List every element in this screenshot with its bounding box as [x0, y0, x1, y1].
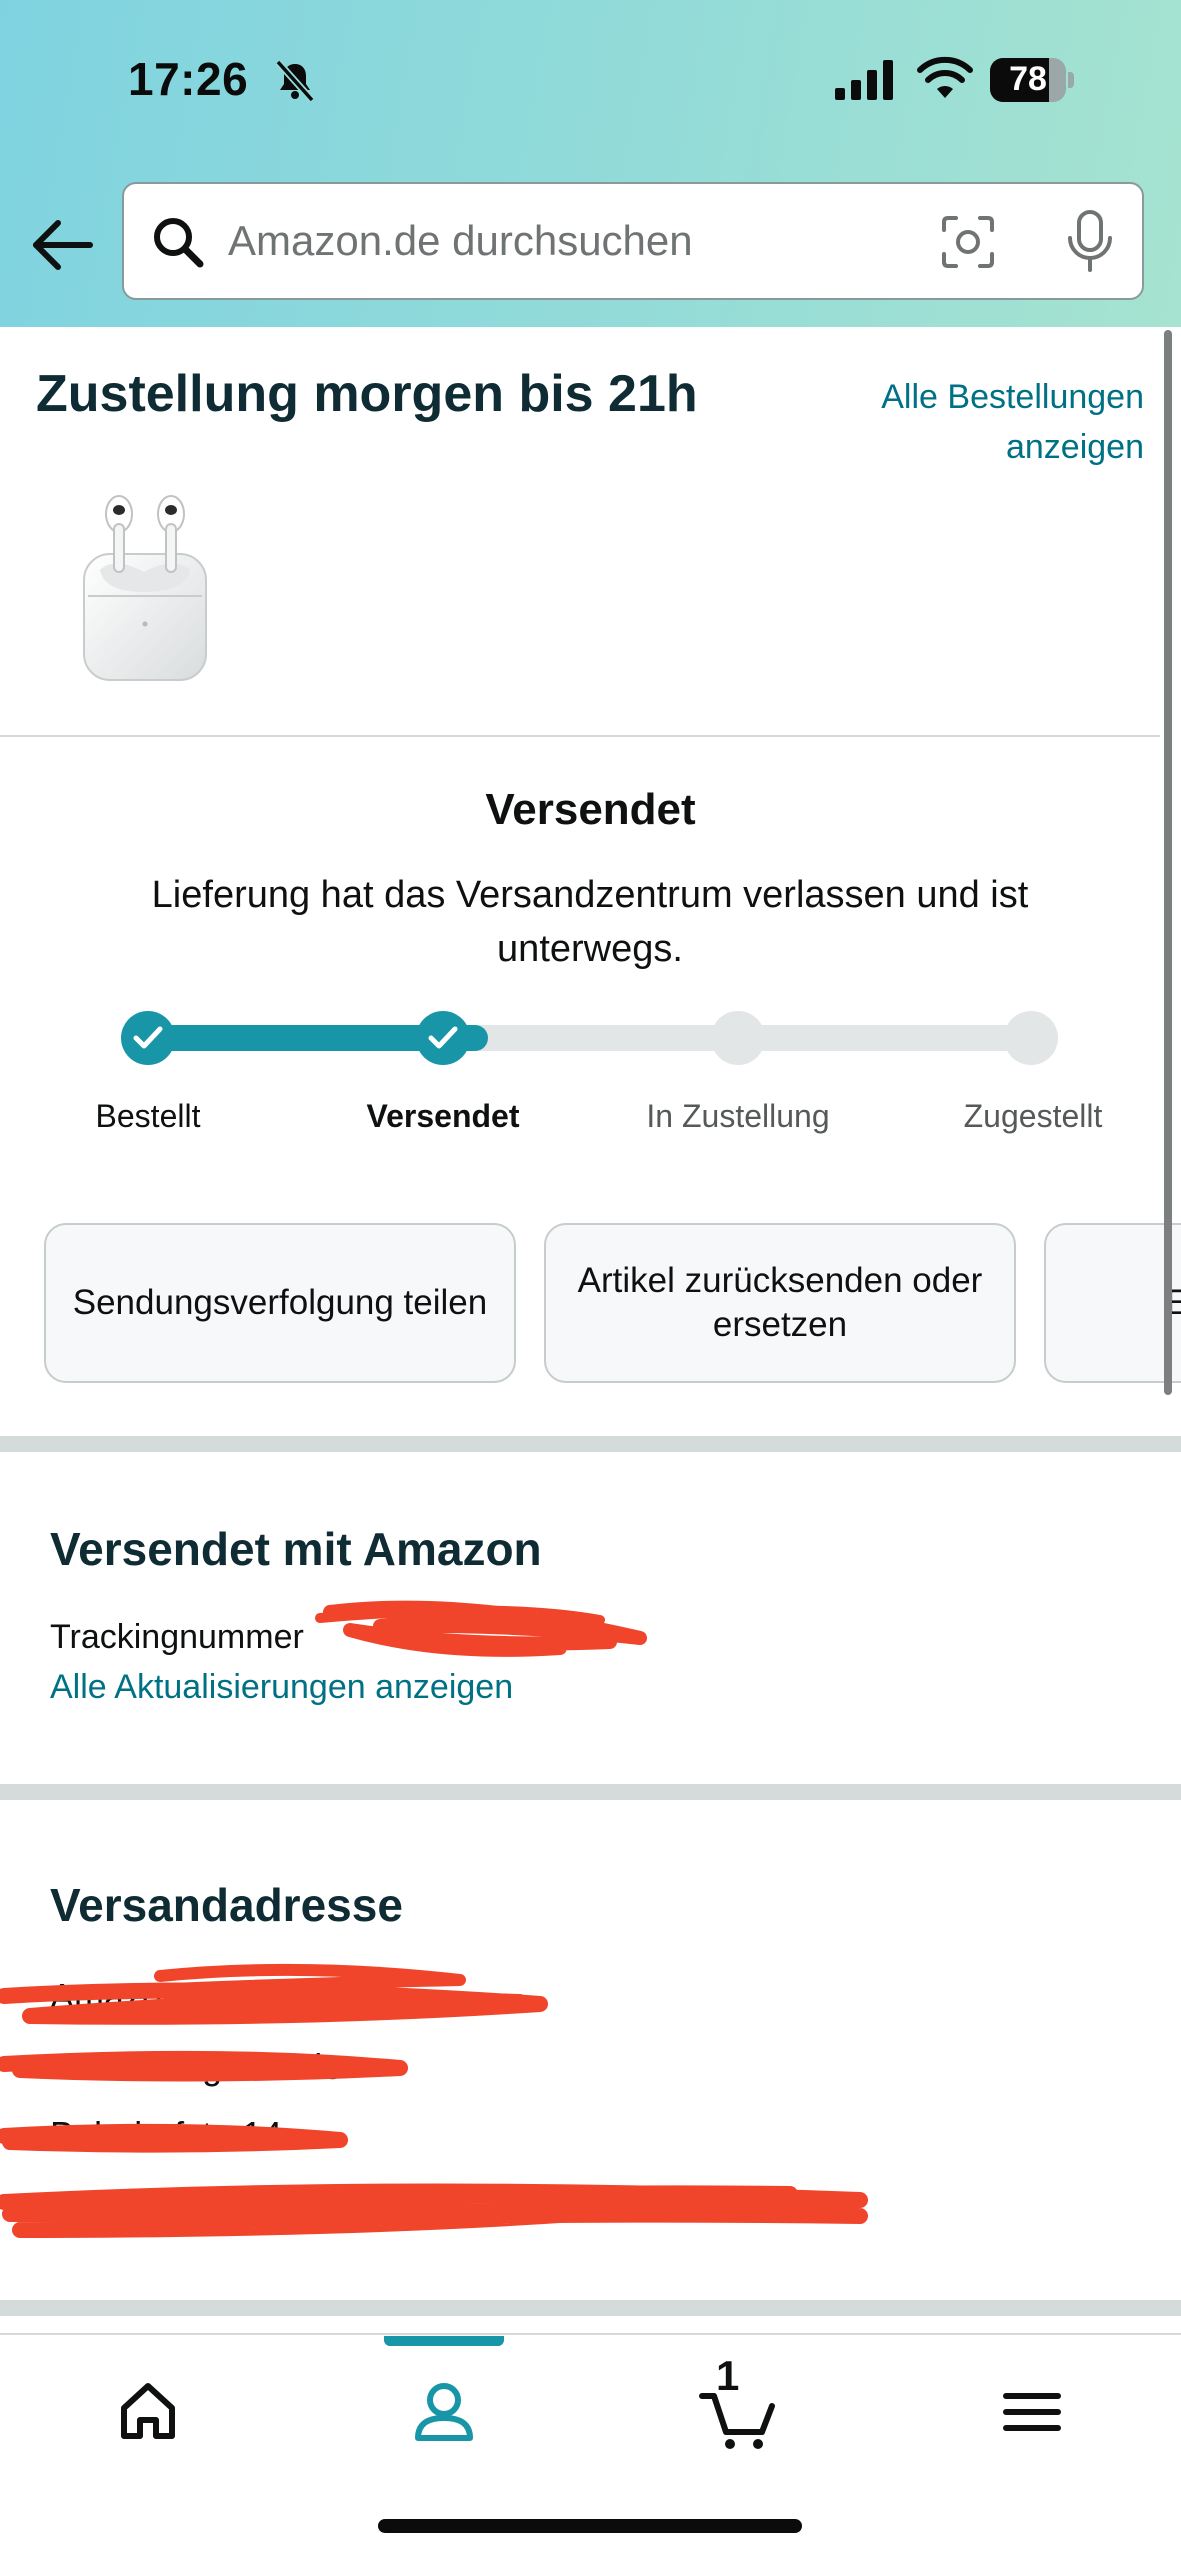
step-label-ordered: Bestellt: [95, 1098, 201, 1134]
active-tab-indicator: [384, 2336, 504, 2346]
search-bar[interactable]: [122, 182, 1144, 300]
camera-scan-icon[interactable]: [938, 212, 998, 272]
cart-icon: [699, 2393, 775, 2449]
shipment-status-title: Versendet: [485, 785, 696, 834]
step-label-delivered: Zugestellt: [963, 1098, 1103, 1134]
address-title: Versandadresse: [50, 1879, 403, 1931]
checkmark-icon: [133, 1026, 163, 1049]
shipping-title: Versendet mit Amazon: [50, 1523, 542, 1575]
battery-indicator: 78: [990, 58, 1076, 102]
share-tracking-button[interactable]: Sendungsverfolgung teilen: [44, 1223, 516, 1383]
address-line: Bahnhofsgebäude: [50, 2046, 343, 2087]
shipment-status-description: Lieferung hat das Versandzentrum verlass…: [151, 874, 1029, 970]
divider: [0, 735, 1160, 737]
checkmark-icon: [428, 1026, 458, 1049]
step-dot-ordered: [121, 1011, 175, 1065]
nav-cart[interactable]: [680, 2360, 800, 2460]
step-dot-out-for-delivery: [711, 1011, 765, 1065]
home-icon: [121, 2383, 175, 2439]
scrollbar[interactable]: [1164, 330, 1172, 1395]
section-separator: [0, 2300, 1181, 2316]
address-line: Bahnhofstr. 14: [50, 2114, 283, 2155]
step-dot-delivered: [1004, 1011, 1058, 1065]
bell-muted-icon: [275, 59, 315, 103]
step-dot-shipped: [416, 1011, 470, 1065]
nav-menu[interactable]: [972, 2360, 1092, 2460]
back-arrow-icon[interactable]: [28, 215, 98, 275]
menu-icon: [1003, 2393, 1061, 2431]
step-label-shipped: Versendet: [366, 1098, 520, 1134]
all-updates-link[interactable]: Alle Aktualisierungen anzeigen: [50, 1668, 513, 1707]
section-separator: [0, 1436, 1181, 1452]
more-action-button[interactable]: E: [1044, 1223, 1181, 1383]
return-or-replace-button[interactable]: Artikel zurücksenden oder ersetzen: [544, 1223, 1016, 1383]
tracking-number-label: Trackingnummer: [50, 1618, 304, 1656]
signal-icon: [835, 60, 893, 100]
home-indicator[interactable]: [378, 2519, 802, 2533]
nav-account[interactable]: [384, 2360, 504, 2460]
section-separator: [0, 1784, 1181, 1800]
microphone-icon[interactable]: [1062, 208, 1118, 274]
battery-level: 78: [1009, 60, 1047, 98]
product-image[interactable]: [74, 484, 226, 694]
wifi-icon: [917, 56, 973, 98]
search-icon: [154, 218, 204, 268]
address-line: Amazon Locker: [50, 1976, 301, 2017]
delivery-title: Zustellung morgen bis 21h: [36, 365, 698, 423]
address-line: Niedersachsen 37412: [50, 2184, 401, 2225]
search-input[interactable]: [228, 208, 988, 274]
person-icon: [415, 2383, 473, 2441]
cart-count-badge: 1: [716, 2352, 740, 2399]
step-label-out-for-delivery: In Zustellung: [646, 1098, 830, 1134]
nav-home[interactable]: [88, 2360, 208, 2460]
all-orders-link[interactable]: Alle Bestellungen anzeigen: [830, 372, 1144, 472]
status-time: 17:26: [128, 53, 249, 105]
